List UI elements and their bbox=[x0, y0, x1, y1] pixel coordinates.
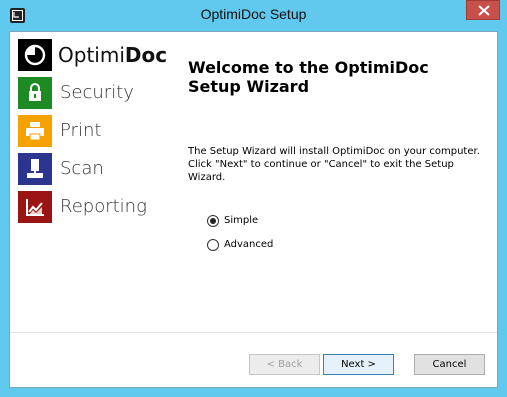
radio-simple[interactable]: Simple bbox=[207, 214, 327, 228]
close-icon bbox=[478, 5, 490, 16]
wizard-description: The Setup Wizard will install OptimiDoc … bbox=[188, 146, 480, 183]
setup-window: OptimiDoc Setup OptimiDoc Security Print… bbox=[0, 0, 507, 397]
brand-item-label: Print bbox=[60, 120, 102, 141]
brand-item-print: Print bbox=[18, 115, 178, 147]
window-title: OptimiDoc Setup bbox=[200, 6, 307, 22]
brand-item-scan: Scan bbox=[18, 153, 178, 185]
title-bar[interactable]: OptimiDoc Setup bbox=[0, 0, 507, 30]
radio-button[interactable] bbox=[207, 239, 219, 251]
brand-item-reporting: Reporting bbox=[18, 191, 178, 223]
radio-advanced[interactable]: Advanced bbox=[207, 238, 327, 252]
cancel-button[interactable]: Cancel bbox=[414, 354, 485, 375]
next-button[interactable]: Next > bbox=[323, 354, 394, 375]
logo-icon bbox=[18, 39, 52, 71]
close-button[interactable] bbox=[466, 0, 500, 20]
scanner-icon bbox=[18, 153, 52, 185]
brand-panel: OptimiDoc Security Print Scan Reporting bbox=[18, 39, 178, 239]
back-button[interactable]: < Back bbox=[249, 354, 320, 375]
lock-icon bbox=[18, 77, 52, 109]
divider bbox=[10, 332, 497, 333]
radio-button[interactable] bbox=[207, 215, 219, 227]
radio-label[interactable]: Advanced bbox=[224, 239, 273, 250]
printer-icon bbox=[18, 115, 52, 147]
brand-item-security: Security bbox=[18, 77, 178, 109]
chart-icon bbox=[18, 191, 52, 223]
radio-label[interactable]: Simple bbox=[224, 215, 258, 226]
page-title: Welcome to the OptimiDoc Setup Wizard bbox=[188, 58, 429, 96]
brand-item-label: Security bbox=[60, 82, 134, 103]
brand-logo: OptimiDoc bbox=[18, 39, 178, 71]
brand-item-label: Reporting bbox=[60, 196, 147, 217]
logo-text: OptimiDoc bbox=[58, 43, 168, 67]
brand-item-label: Scan bbox=[60, 158, 104, 179]
wizard-body: OptimiDoc Security Print Scan Reporting … bbox=[9, 31, 498, 388]
